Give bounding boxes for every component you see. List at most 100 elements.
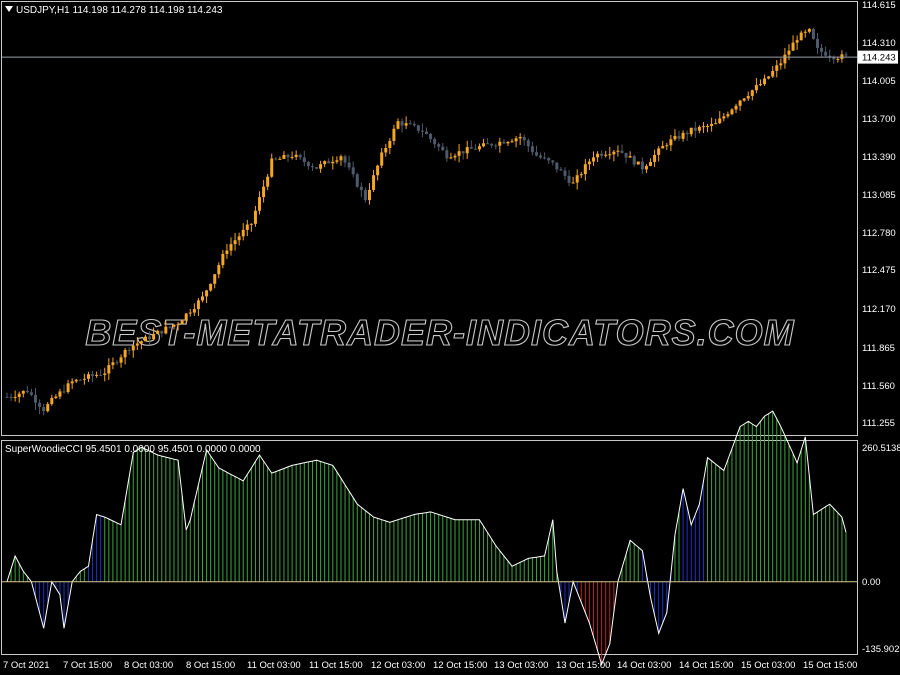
candle-body — [91, 374, 95, 376]
candle-body — [34, 394, 38, 403]
candle-body — [746, 95, 750, 99]
candle-body — [213, 274, 217, 284]
candle-body — [388, 140, 392, 148]
candle-body — [160, 330, 164, 334]
candle-body — [315, 167, 319, 169]
candle-body — [644, 165, 648, 170]
candle-body — [665, 145, 669, 147]
candle-body — [408, 123, 412, 125]
candle-body — [526, 140, 530, 147]
candle-body — [396, 121, 400, 129]
candle-body — [168, 326, 172, 328]
candle-body — [274, 158, 278, 160]
candle-body — [494, 145, 498, 147]
x-tick: 8 Oct 15:00 — [186, 660, 235, 671]
candle-body — [783, 54, 787, 64]
candle-body — [237, 236, 241, 241]
candle-body — [596, 153, 600, 158]
candle-body — [278, 158, 282, 160]
candle-body — [514, 138, 518, 142]
candle-body — [253, 210, 257, 224]
candle-body — [612, 151, 616, 155]
candle-body — [726, 114, 730, 117]
candle-body — [738, 100, 742, 106]
candle-body — [803, 31, 807, 33]
candle-body — [384, 147, 388, 153]
candle-body — [693, 127, 697, 131]
candle-body — [640, 161, 644, 170]
candle-body — [50, 397, 54, 405]
candle-body — [587, 161, 591, 165]
candle-body — [152, 333, 156, 340]
candle-body — [844, 54, 848, 56]
main-y-tick: 112.170 — [862, 304, 896, 315]
x-tick: 13 Oct 15:00 — [556, 660, 610, 671]
candle-body — [62, 391, 66, 393]
candle-body — [758, 84, 762, 86]
candle-body — [172, 324, 176, 327]
candle-body — [453, 155, 457, 158]
candle-body — [551, 160, 555, 163]
candle-body — [714, 123, 718, 125]
candle-body — [376, 165, 380, 176]
candle-body — [836, 58, 840, 60]
main-y-tick: 112.780 — [862, 228, 896, 239]
candle-body — [420, 130, 424, 132]
candle-body — [42, 406, 46, 412]
candle-body — [294, 154, 298, 157]
x-tick: 7 Oct 15:00 — [63, 660, 112, 671]
candle-body — [380, 152, 384, 166]
main-y-tick: 113.700 — [862, 114, 896, 125]
candle-body — [657, 148, 661, 155]
x-tick: 14 Oct 15:00 — [679, 660, 733, 671]
candle-body — [465, 147, 469, 154]
indicator-y-tick: -135.9023 — [862, 644, 900, 655]
candle-body — [343, 156, 347, 163]
candle-body — [205, 290, 209, 297]
candle-body — [811, 28, 815, 39]
candle-body — [5, 396, 9, 398]
candle-body — [359, 186, 363, 191]
candle-body — [490, 143, 494, 146]
candle-body — [58, 391, 62, 397]
candle-body — [323, 161, 327, 165]
candle-body — [506, 142, 510, 144]
candle-body — [425, 131, 428, 134]
candle-body — [111, 362, 115, 366]
candle-body — [249, 223, 253, 225]
x-tick: 11 Oct 03:00 — [247, 660, 301, 671]
main-y-tick: 114.615 — [862, 0, 896, 11]
candle-body — [771, 70, 775, 77]
candle-body — [543, 157, 547, 159]
candle-body — [188, 312, 192, 314]
candle-body — [437, 144, 441, 147]
candle-body — [29, 392, 33, 395]
candle-body — [412, 123, 416, 126]
candle-body — [754, 85, 758, 91]
candle-body — [82, 378, 86, 380]
candle-body — [347, 162, 351, 168]
candle-body — [539, 155, 543, 158]
candle-body — [298, 154, 302, 158]
candle-body — [21, 390, 25, 394]
candle-body — [441, 146, 445, 151]
x-tick: 12 Oct 03:00 — [371, 660, 425, 671]
main-y-tick: 111.255 — [862, 418, 895, 429]
candle-body — [775, 65, 779, 71]
candle-body — [339, 156, 343, 161]
main-y-tick: 113.390 — [862, 152, 896, 163]
candle-body — [429, 133, 433, 140]
candle-body — [200, 296, 204, 301]
candle-body — [750, 90, 754, 96]
candle-body — [763, 78, 767, 85]
main-y-tick: 114.310 — [862, 38, 896, 49]
candle-body — [449, 157, 453, 159]
candle-body — [616, 150, 620, 152]
x-tick: 15 Oct 15:00 — [803, 660, 857, 671]
candle-body — [372, 175, 376, 190]
candle-body — [78, 379, 82, 381]
candle-body — [579, 174, 583, 176]
candle-body — [510, 141, 514, 143]
candle-body — [779, 63, 783, 66]
candle-body — [583, 164, 587, 175]
